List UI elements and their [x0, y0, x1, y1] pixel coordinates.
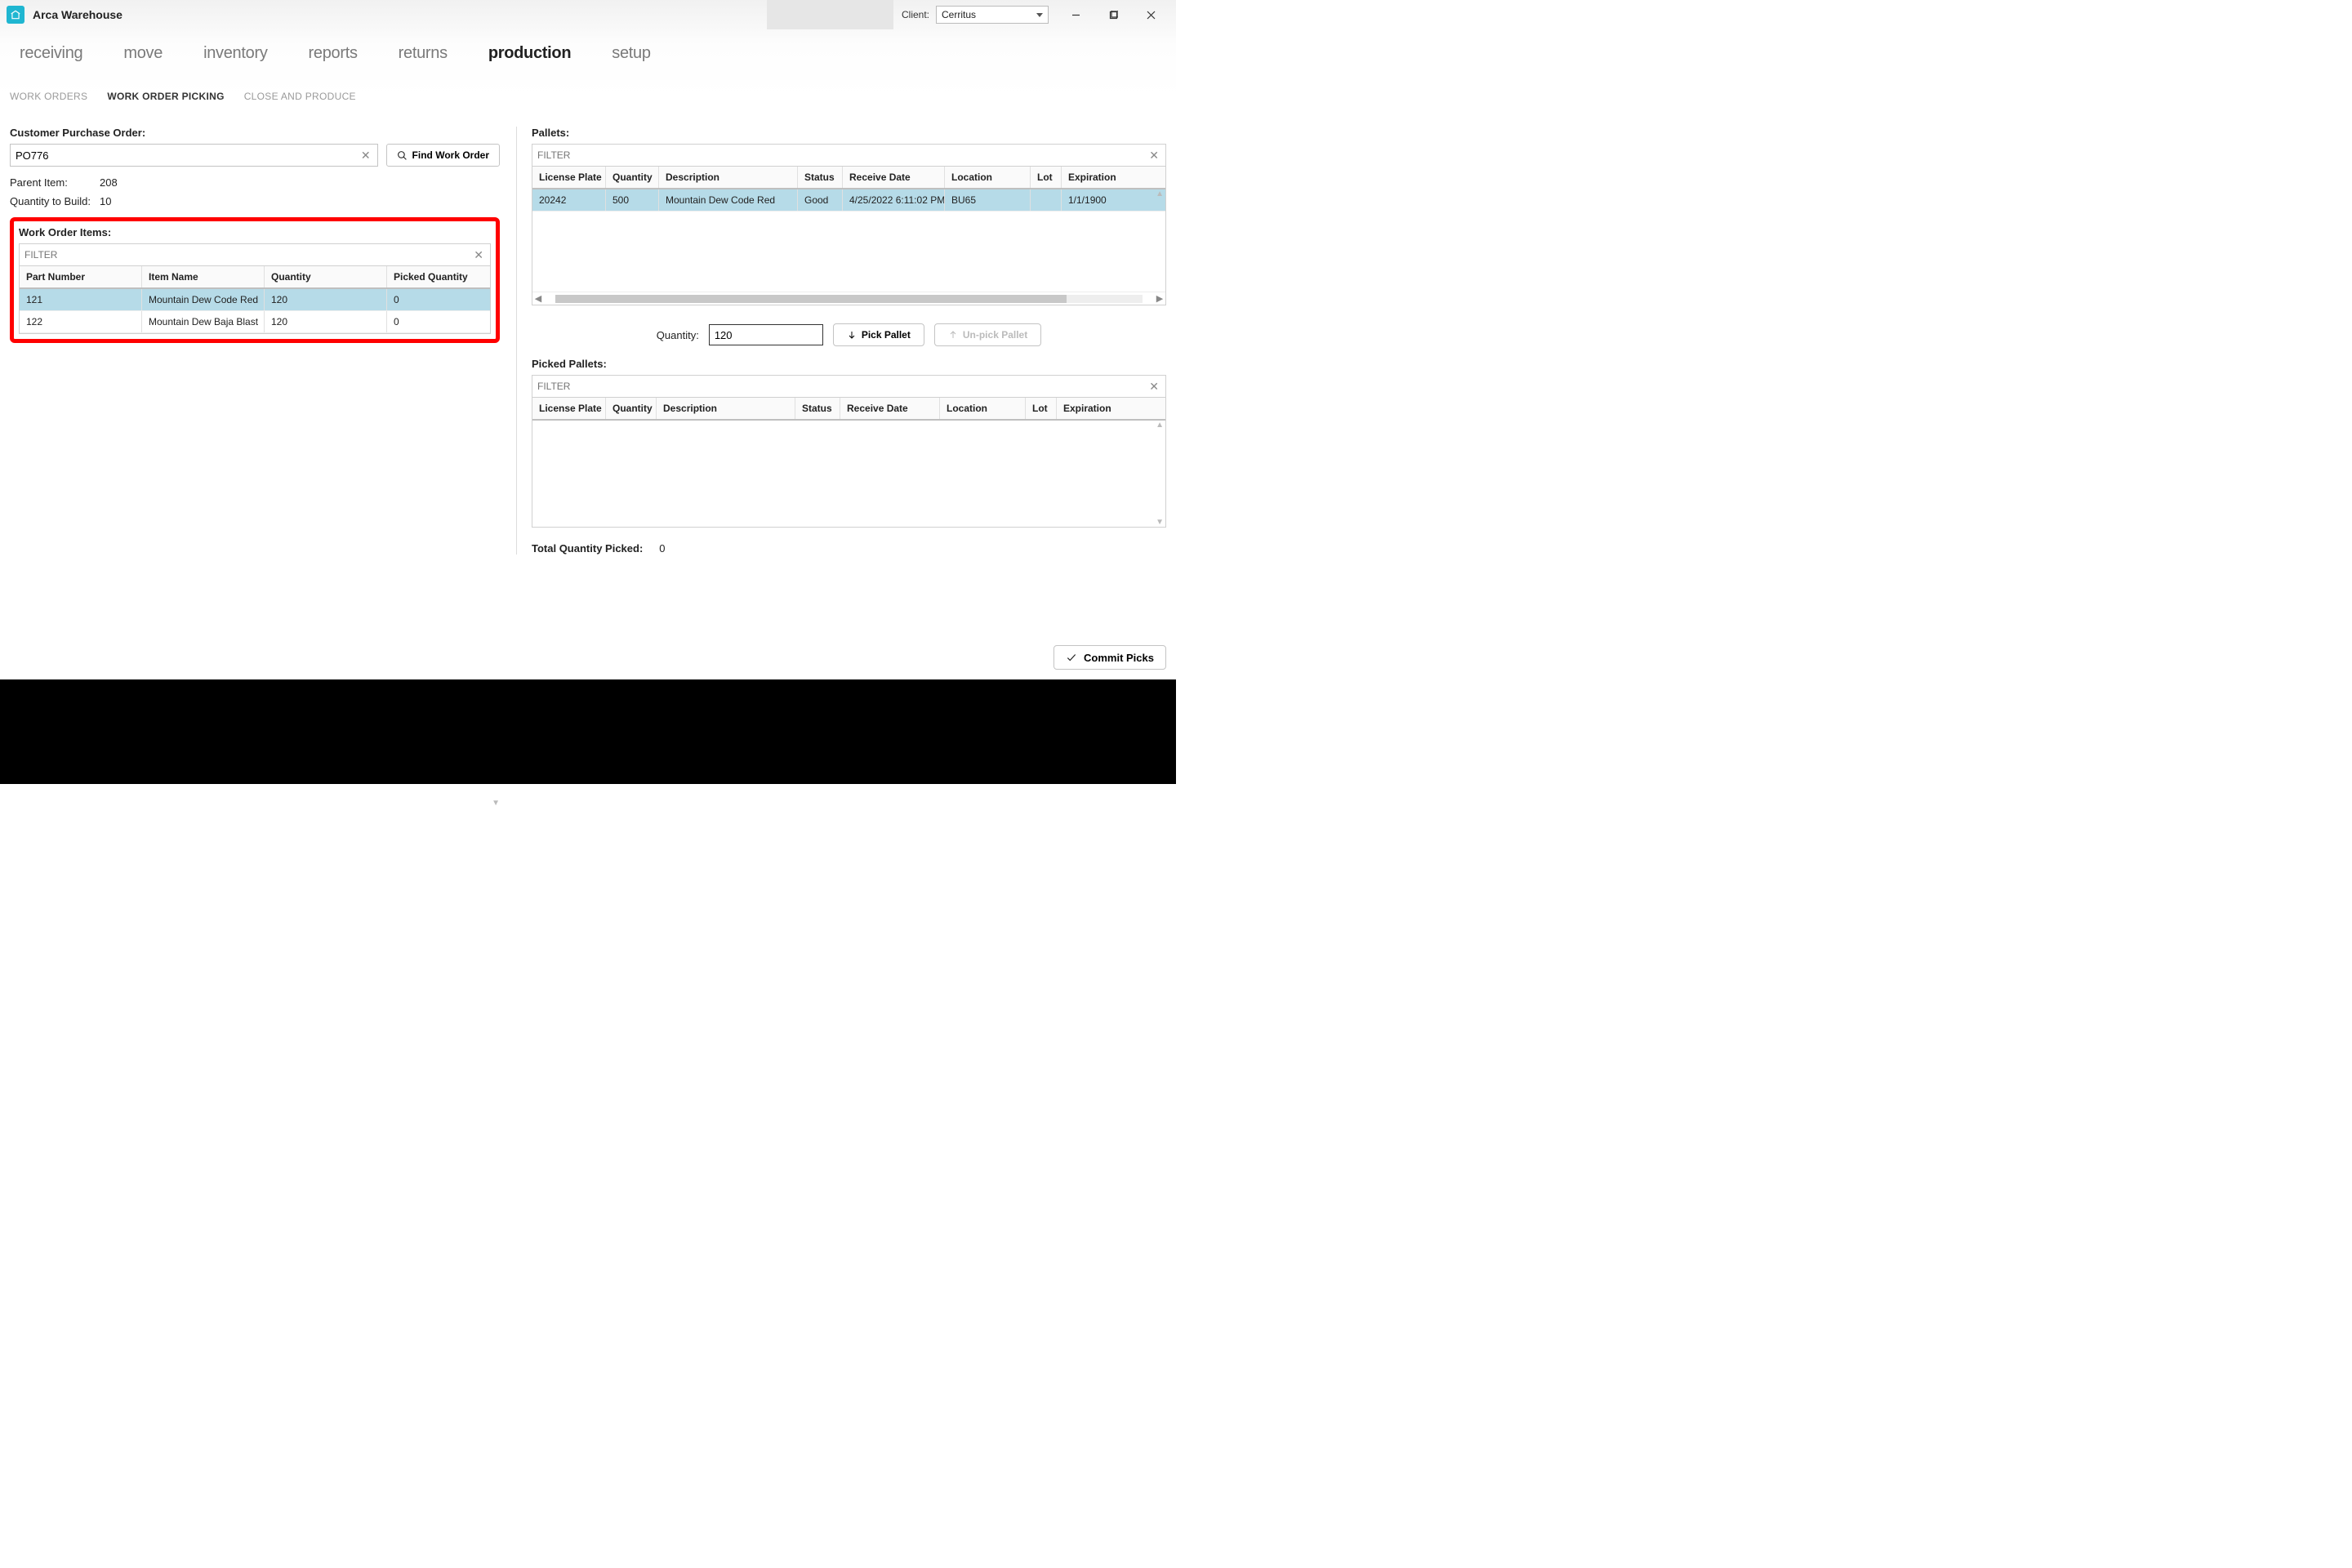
nav-production[interactable]: production [488, 44, 571, 63]
table-row[interactable]: 20242 500 Mountain Dew Code Red Good 4/2… [532, 189, 1165, 212]
total-picked-value: 0 [659, 542, 665, 555]
arrow-down-icon [847, 330, 857, 340]
scroll-down-icon[interactable]: ▼ [1156, 518, 1164, 527]
horizontal-scrollbar[interactable]: ◀ ▶ [532, 292, 1165, 305]
window-maximize[interactable] [1094, 0, 1132, 29]
inactive-tab[interactable] [767, 0, 893, 29]
col-license-plate[interactable]: License Plate [532, 167, 606, 188]
unpick-pallet-button: Un-pick Pallet [934, 323, 1041, 346]
picked-filter[interactable] [537, 381, 1147, 392]
search-icon [397, 150, 408, 161]
col-picked-quantity[interactable]: Picked Quantity [387, 266, 490, 287]
nav-receiving[interactable]: receiving [20, 44, 82, 63]
scroll-left-icon[interactable]: ◀ [532, 293, 544, 304]
pallets-filter-clear-icon[interactable]: ✕ [1147, 149, 1160, 163]
nav-setup[interactable]: setup [612, 44, 650, 63]
subnav-work-order-picking[interactable]: WORK ORDER PICKING [107, 91, 224, 102]
scroll-up-icon[interactable]: ▲ [1156, 189, 1164, 198]
work-items-filter-clear-icon[interactable]: ✕ [472, 248, 485, 262]
nav-reports[interactable]: reports [309, 44, 358, 63]
picked-filter-clear-icon[interactable]: ✕ [1147, 380, 1160, 394]
col-pallet-quantity[interactable]: Quantity [606, 167, 659, 188]
col-location[interactable]: Location [945, 167, 1031, 188]
quantity-label: Quantity: [657, 329, 699, 341]
work-order-items-panel: Work Order Items: ✕ Part Number Item Nam… [10, 217, 500, 343]
quantity-input[interactable] [709, 324, 823, 345]
col-picked-qty[interactable]: Quantity [606, 398, 657, 419]
col-picked-date[interactable]: Receive Date [840, 398, 940, 419]
qty-build-value: 10 [100, 195, 111, 207]
scroll-up-icon[interactable]: ▲ [1156, 421, 1164, 430]
col-description[interactable]: Description [659, 167, 798, 188]
picked-title: Picked Pallets: [532, 358, 1166, 370]
table-row[interactable]: 121 Mountain Dew Code Red 120 0 [20, 289, 490, 311]
window-close[interactable] [1132, 0, 1169, 29]
col-quantity[interactable]: Quantity [265, 266, 387, 287]
taskbar-placeholder [0, 679, 1176, 784]
subnav-work-orders[interactable]: WORK ORDERS [10, 91, 87, 102]
subnav-close-and-produce[interactable]: CLOSE AND PRODUCE [244, 91, 356, 102]
window-minimize[interactable] [1057, 0, 1094, 29]
client-label: Client: [902, 9, 929, 20]
clear-po-icon[interactable]: ✕ [359, 149, 372, 163]
total-picked-label: Total Quantity Picked: [532, 542, 643, 555]
qty-build-label: Quantity to Build: [10, 195, 100, 207]
nav-move[interactable]: move [123, 44, 163, 63]
work-items-title: Work Order Items: [19, 226, 491, 238]
app-title: Arca Warehouse [33, 8, 122, 21]
pallets-title: Pallets: [532, 127, 1166, 139]
table-row[interactable]: 122 Mountain Dew Baja Blast 120 0 [20, 311, 490, 333]
col-receive-date[interactable]: Receive Date [843, 167, 945, 188]
col-part-number[interactable]: Part Number [20, 266, 142, 287]
col-status[interactable]: Status [798, 167, 843, 188]
check-icon [1066, 652, 1077, 663]
main-nav: receiving move inventory reports returns… [0, 29, 1176, 71]
work-items-filter[interactable] [24, 249, 472, 261]
col-picked-exp[interactable]: Expiration [1057, 398, 1165, 419]
col-picked-status[interactable]: Status [795, 398, 840, 419]
nav-inventory[interactable]: inventory [203, 44, 267, 63]
col-lot[interactable]: Lot [1031, 167, 1062, 188]
find-work-order-button[interactable]: Find Work Order [386, 144, 500, 167]
pick-pallet-button[interactable]: Pick Pallet [833, 323, 924, 346]
parent-item-value: 208 [100, 176, 118, 189]
col-picked-desc[interactable]: Description [657, 398, 795, 419]
titlebar: Arca Warehouse Client: Cerritus [0, 0, 1176, 29]
commit-picks-button[interactable]: Commit Picks [1054, 645, 1166, 670]
sub-nav: WORK ORDERS WORK ORDER PICKING CLOSE AND… [0, 71, 1176, 102]
scroll-down-icon[interactable]: ▼ [492, 799, 500, 808]
arrow-up-icon [948, 330, 958, 340]
po-input[interactable] [16, 149, 359, 162]
col-picked-lot[interactable]: Lot [1026, 398, 1057, 419]
col-picked-lp[interactable]: License Plate [532, 398, 606, 419]
col-expiration[interactable]: Expiration [1062, 167, 1165, 188]
po-input-wrap: ✕ [10, 144, 378, 167]
client-select[interactable]: Cerritus [936, 6, 1049, 24]
col-item-name[interactable]: Item Name [142, 266, 265, 287]
col-picked-loc[interactable]: Location [940, 398, 1026, 419]
parent-item-label: Parent Item: [10, 176, 100, 189]
pallets-filter[interactable] [537, 149, 1147, 161]
scroll-right-icon[interactable]: ▶ [1154, 293, 1165, 304]
app-icon [7, 6, 24, 24]
po-label: Customer Purchase Order: [10, 127, 500, 139]
nav-returns[interactable]: returns [399, 44, 448, 63]
